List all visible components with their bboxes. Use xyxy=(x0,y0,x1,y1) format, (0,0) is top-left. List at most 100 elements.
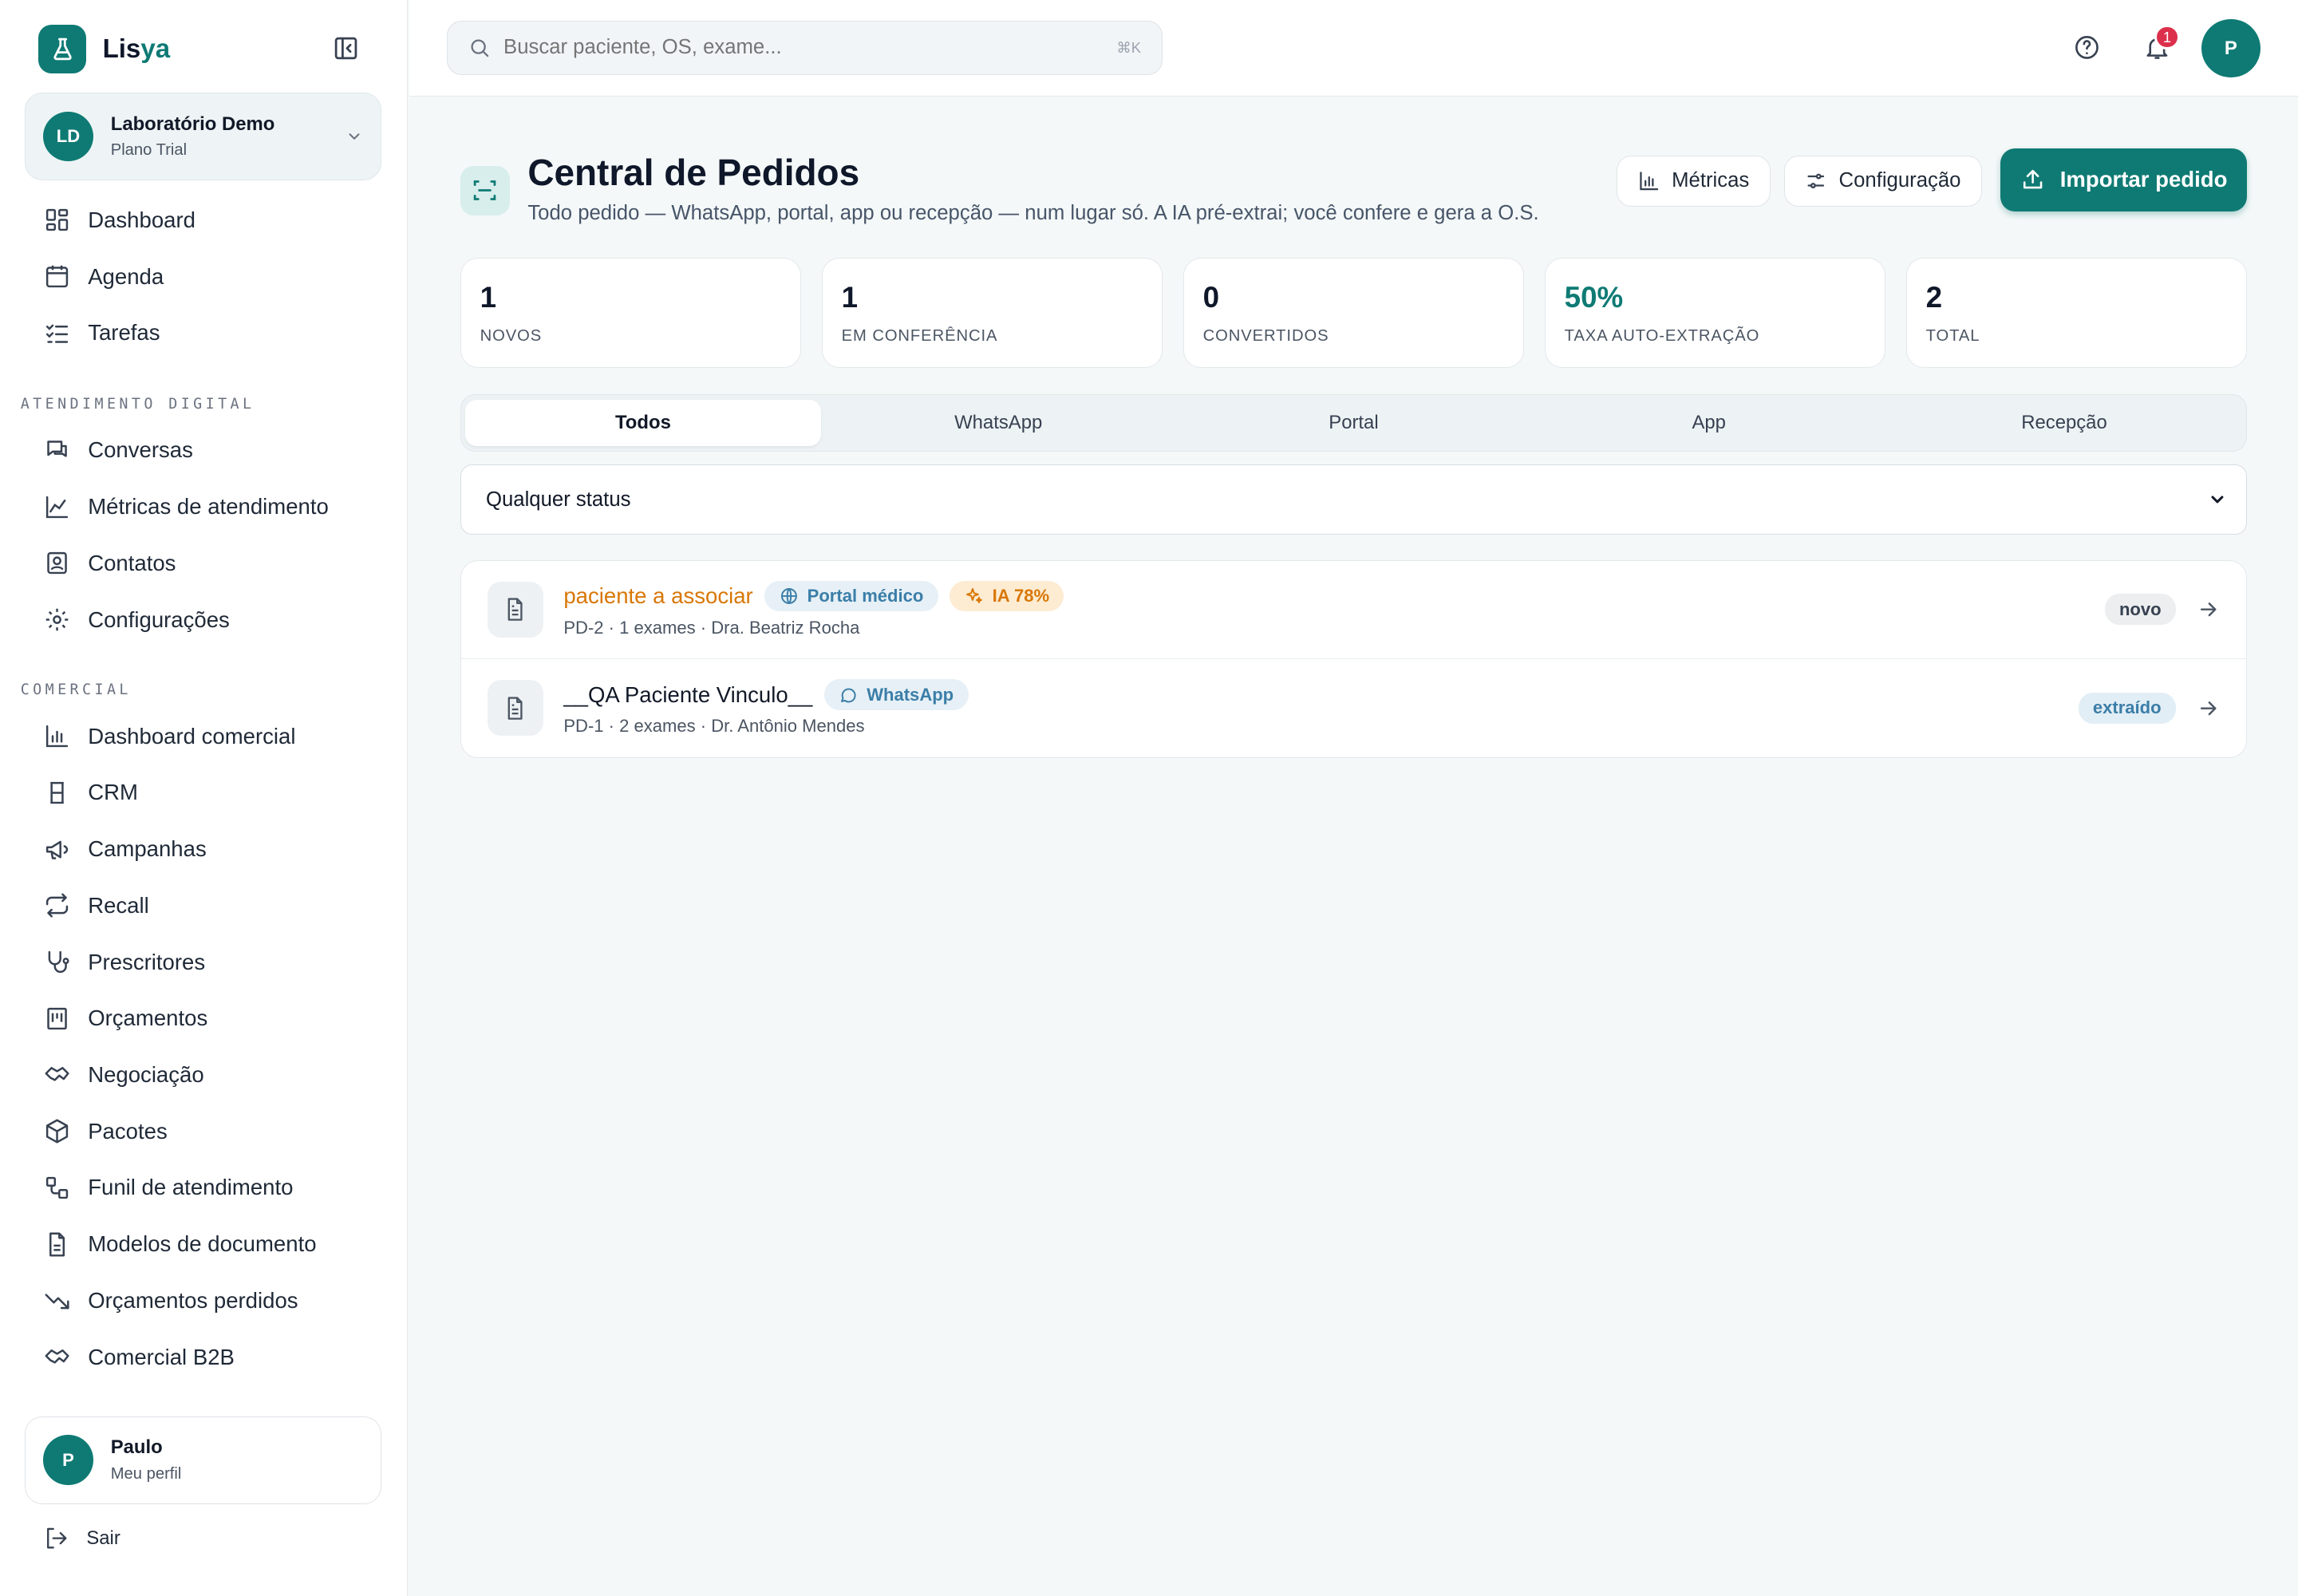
stats-row: 1 NOVOS 1 EM CONFERÊNCIA 0 CONVERTIDOS 5… xyxy=(460,258,2248,369)
metrics-label: Métricas xyxy=(1672,169,1750,192)
tab-recepcao[interactable]: Recepção xyxy=(1886,400,2241,447)
list-item-meta: PD-1 · 2 exames · Dr. Antônio Mendes xyxy=(563,716,865,737)
source-chip: WhatsApp xyxy=(823,679,969,710)
sidebar-item-label: Configurações xyxy=(88,606,230,632)
sidebar-item-metricas[interactable]: Métricas de atendimento xyxy=(25,479,381,535)
sidebar-item-crm[interactable]: CRM xyxy=(25,764,381,821)
tab-app[interactable]: App xyxy=(1531,400,1886,447)
brand-name-part: Lis xyxy=(102,34,141,64)
chat-bubble-icon xyxy=(841,688,856,703)
document-icon xyxy=(487,581,543,638)
source-tabs: Todos WhatsApp Portal App Recepção xyxy=(460,394,2248,452)
stat-value: 2 xyxy=(1925,280,1943,314)
line-chart-icon xyxy=(45,496,69,518)
config-button[interactable]: Configuração xyxy=(1783,155,1983,207)
list-item-top: __QA Paciente Vinculo__ WhatsApp xyxy=(563,679,2078,710)
sidebar-item-agenda[interactable]: Agenda xyxy=(25,248,381,305)
sidebar-item-contatos[interactable]: Contatos xyxy=(25,535,381,591)
list-item-body: __QA Paciente Vinculo__ WhatsApp PD-1 · … xyxy=(563,679,2078,737)
contacts-icon xyxy=(47,552,67,575)
megaphone-icon xyxy=(45,840,69,859)
patient-name[interactable]: paciente a associar xyxy=(563,583,752,609)
chevron-down-icon xyxy=(2211,496,2224,504)
help-icon[interactable] xyxy=(2073,34,2101,61)
list-item[interactable]: paciente a associar Portal médico IA 78%… xyxy=(460,561,2247,659)
gear-icon xyxy=(45,608,69,631)
sidebar-item-orcamentos[interactable]: Orçamentos xyxy=(25,990,381,1047)
sidebar-item-negociacao[interactable]: Negociação xyxy=(25,1047,381,1104)
brand[interactable]: Lisya xyxy=(38,25,170,73)
sidebar-item-label: Recall xyxy=(88,892,149,918)
sidebar-item-prescritores[interactable]: Prescritores xyxy=(25,934,381,990)
tab-whatsapp[interactable]: WhatsApp xyxy=(821,400,1176,447)
stat-label: EM CONFERÊNCIA xyxy=(841,327,998,346)
logout-button[interactable]: Sair xyxy=(44,1526,120,1551)
dashboard-icon xyxy=(45,209,69,231)
sidebar-item-configuracoes[interactable]: Configurações xyxy=(25,591,381,648)
scan-icon xyxy=(460,165,511,216)
sidebar-item-label: Métricas de atendimento xyxy=(88,494,329,519)
sidebar-item-dashboard[interactable]: Dashboard xyxy=(25,192,381,249)
handshake-icon xyxy=(45,1067,69,1082)
stat-card-total: 2 TOTAL xyxy=(1905,258,2248,369)
search-input[interactable] xyxy=(503,36,1104,60)
section-label-comercial: COMERCIAL xyxy=(20,681,132,699)
logout-icon xyxy=(47,1528,67,1549)
list-item-body: paciente a associar Portal médico IA 78%… xyxy=(563,580,2104,638)
trending-down-icon xyxy=(45,1294,69,1310)
sidebar-item-label: Modelos de documento xyxy=(88,1231,317,1257)
sidebar-item-label: Orçamentos perdidos xyxy=(88,1287,298,1313)
org-switcher[interactable]: LD Laboratório Demo Plano Trial xyxy=(25,92,381,180)
logout-label: Sair xyxy=(86,1527,120,1549)
org-name: Laboratório Demo xyxy=(110,113,275,135)
sidebar-item-conversas[interactable]: Conversas xyxy=(25,422,381,479)
sidebar-item-label: Negociação xyxy=(88,1061,204,1087)
sparkles-icon xyxy=(965,588,982,604)
search-box[interactable]: ⌘K xyxy=(447,20,1163,75)
sidebar-item-orcamentos-perdidos[interactable]: Orçamentos perdidos xyxy=(25,1272,381,1329)
list-item[interactable]: __QA Paciente Vinculo__ WhatsApp PD-1 · … xyxy=(461,659,2246,757)
stat-label: CONVERTIDOS xyxy=(1202,327,1329,346)
sidebar-item-comercial-b2b[interactable]: Comercial B2B xyxy=(25,1329,381,1385)
arrow-right-icon[interactable] xyxy=(2197,697,2220,720)
sidebar-item-label: CRM xyxy=(88,780,138,805)
crm-icon xyxy=(50,781,64,804)
metrics-button[interactable]: Métricas xyxy=(1617,155,1771,207)
stat-card-taxa: 50% TAXA AUTO-EXTRAÇÃO xyxy=(1544,258,1886,369)
stat-card-novos: 1 NOVOS xyxy=(460,258,802,369)
stat-value: 1 xyxy=(841,280,859,314)
sidebar-item-label: Pacotes xyxy=(88,1118,168,1144)
globe-icon xyxy=(780,588,797,605)
arrow-right-icon[interactable] xyxy=(2197,598,2220,621)
upload-icon xyxy=(2024,170,2043,189)
sidebar-collapse-icon[interactable] xyxy=(333,35,359,61)
import-order-button[interactable]: Importar pedido xyxy=(2000,148,2248,211)
flask-logo-icon xyxy=(38,25,87,73)
stat-value: 50% xyxy=(1564,280,1624,314)
nav-comercial: Dashboard comercial CRM Campanhas Recall… xyxy=(25,708,381,1385)
package-icon xyxy=(45,1119,69,1144)
sidebar-item-campanhas[interactable]: Campanhas xyxy=(25,821,381,878)
stat-label: TOTAL xyxy=(1925,327,1980,346)
stat-value: 0 xyxy=(1202,280,1220,314)
sidebar-item-pacotes[interactable]: Pacotes xyxy=(25,1103,381,1159)
sidebar-item-label: Tarefas xyxy=(88,320,160,346)
tab-portal[interactable]: Portal xyxy=(1176,400,1531,447)
sidebar-item-label: Agenda xyxy=(88,263,164,289)
avatar[interactable]: P xyxy=(2201,18,2260,78)
sidebar-item-modelos[interactable]: Modelos de documento xyxy=(25,1216,381,1273)
chevron-down-icon xyxy=(349,133,360,140)
stat-card-em-conferencia: 1 EM CONFERÊNCIA xyxy=(821,258,1163,369)
status-select[interactable]: Qualquer status xyxy=(460,464,2248,535)
source-label: WhatsApp xyxy=(867,684,954,705)
patient-name[interactable]: __QA Paciente Vinculo__ xyxy=(563,682,812,708)
document-icon xyxy=(49,1232,65,1257)
nav-main: Dashboard Agenda Tarefas xyxy=(25,192,381,361)
sidebar-item-recall[interactable]: Recall xyxy=(25,877,381,934)
sidebar-item-tarefas[interactable]: Tarefas xyxy=(25,305,381,361)
sidebar-item-dashboard-comercial[interactable]: Dashboard comercial xyxy=(25,708,381,764)
sidebar-item-funil[interactable]: Funil de atendimento xyxy=(25,1159,381,1216)
tab-todos[interactable]: Todos xyxy=(465,399,821,447)
profile-card[interactable]: P Paulo Meu perfil xyxy=(25,1416,381,1504)
org-avatar: LD xyxy=(43,111,93,162)
